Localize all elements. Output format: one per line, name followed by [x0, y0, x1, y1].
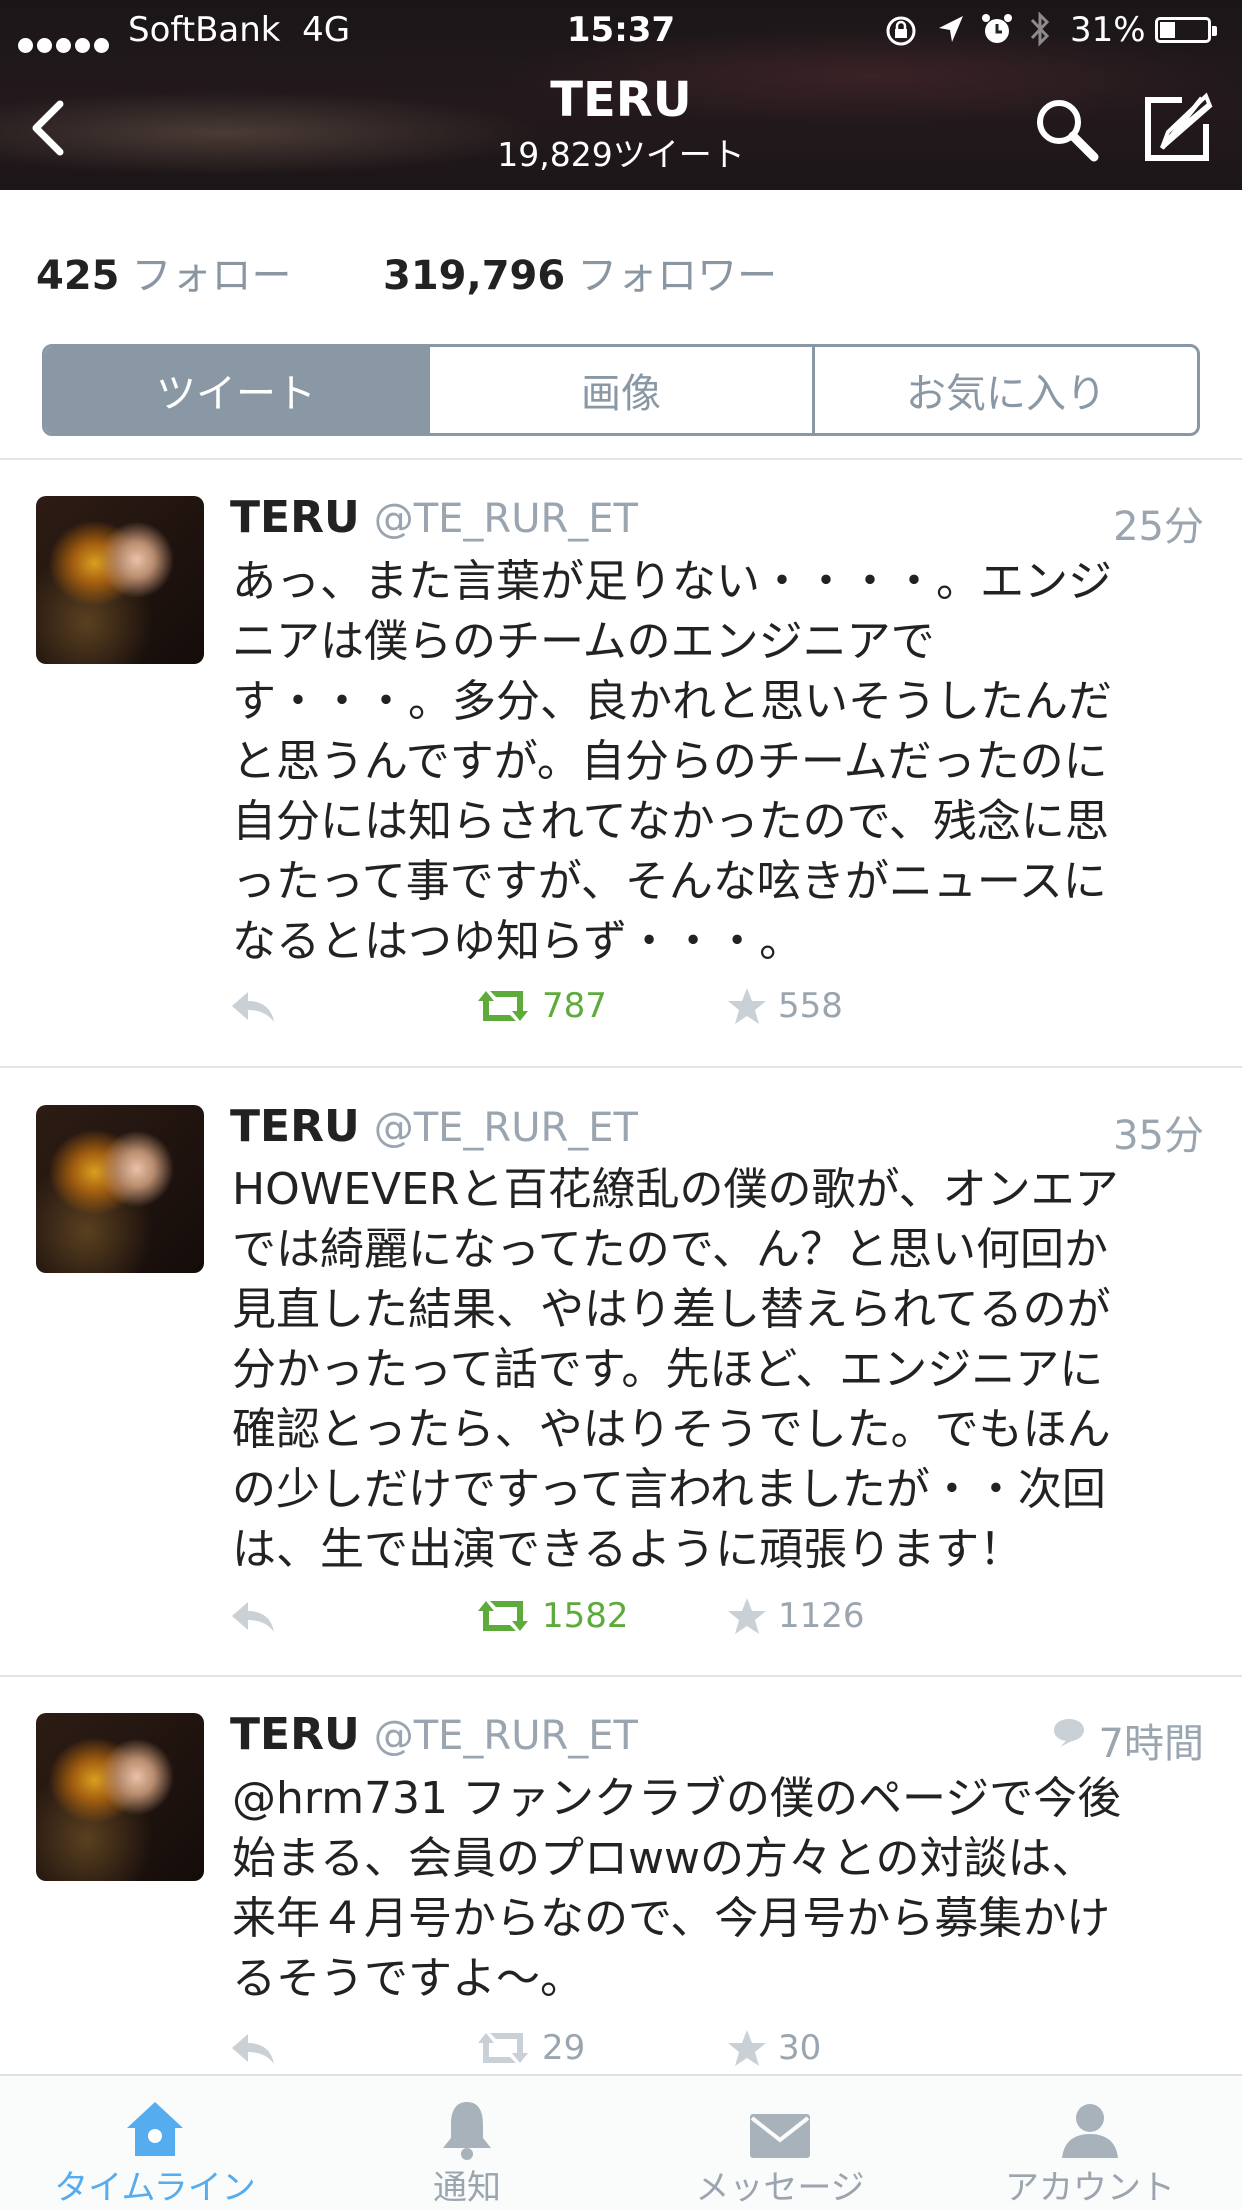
favorite-count: 1126	[778, 1596, 865, 1636]
retweet-icon	[478, 1601, 528, 1631]
tweet-line: と思うんですが。自分らのチームだったのに	[232, 736, 1108, 787]
tab-messages-label: メッセージ	[695, 2168, 865, 2208]
tweet-line: の少しだけですって言われましたが・・次回	[232, 1464, 1106, 1515]
tweet-line: 見直した結果、やはり差し替えられてるのが	[232, 1284, 1111, 1335]
reply-button[interactable]	[228, 988, 278, 1024]
bell-icon	[443, 2102, 491, 2160]
tweet-header: TERU @TE_RUR_ET	[230, 1101, 638, 1152]
tweet-author-handle[interactable]: @TE_RUR_ET	[374, 496, 638, 542]
retweet-button[interactable]: 787	[474, 986, 607, 1026]
home-icon	[127, 2102, 183, 2156]
avatar[interactable]	[36, 1713, 204, 1881]
star-icon	[728, 2030, 766, 2066]
tweet-author-name[interactable]: TERU	[230, 1101, 360, 1152]
divider	[0, 1675, 1242, 1677]
status-time: 15:37	[566, 10, 676, 50]
alarm-icon	[982, 14, 1012, 43]
avatar[interactable]	[36, 1105, 204, 1273]
tweet-timestamp: 7時間	[1098, 1721, 1204, 1767]
tweet-line: 確認とったら、やはりそうでした。でもほん	[232, 1404, 1111, 1455]
tweet-author-name[interactable]: TERU	[230, 1709, 360, 1760]
location-arrow-icon	[939, 16, 963, 42]
divider	[0, 458, 1242, 460]
retweet-icon	[478, 2033, 528, 2063]
followers-label: フォロワー	[577, 253, 778, 299]
battery-icon	[1155, 17, 1217, 43]
tweet-header: TERU @TE_RUR_ET	[230, 1709, 638, 1760]
avatar[interactable]	[36, 496, 204, 664]
tweet-timestamp: 25分	[1113, 504, 1204, 550]
divider	[0, 1066, 1242, 1068]
orientation-lock-icon	[886, 16, 916, 46]
tweet-text[interactable]: @hrm731 ファンクラブの僕のページで今後 始まる、会員のプロwwの方々との…	[232, 1769, 1232, 2009]
bluetooth-icon	[1030, 11, 1050, 47]
compose-tweet-button[interactable]	[1140, 92, 1214, 166]
tweet-text[interactable]: あっ、また言葉が足りない・・・・。エンジ ニアは僕らのチームのエンジニアで す・…	[232, 552, 1232, 972]
segment-tweets[interactable]: ツイート	[45, 347, 427, 433]
favorite-button[interactable]: 30	[726, 2028, 821, 2068]
tab-timeline-label: タイムライン	[54, 2168, 256, 2208]
following-count: 425	[36, 253, 120, 299]
reply-button[interactable]	[228, 2030, 278, 2066]
tweet-line: 分かったって話です。先ほど、エンジニアに	[232, 1344, 1104, 1395]
segment-favorites[interactable]: お気に入り	[812, 347, 1197, 433]
tweet-line: なるとはつゆ知らず・・・。	[232, 916, 804, 967]
battery-percentage: 31%	[1070, 10, 1146, 50]
segment-control: ツイート 画像 お気に入り	[42, 344, 1200, 436]
tweet-line: 始まる、会員のプロwwの方々との対談は、	[232, 1833, 1096, 1884]
retweet-count: 29	[542, 2028, 586, 2068]
followers-count: 319,796	[383, 253, 566, 299]
tab-notifications-label: 通知	[433, 2168, 501, 2208]
tab-account-label: アカウント	[1005, 2168, 1175, 2208]
star-icon	[728, 988, 766, 1024]
tweet-line: す・・・。多分、良かれと思いそうしたんだ	[232, 676, 1112, 727]
favorite-count: 558	[778, 986, 843, 1026]
favorite-button[interactable]: 1126	[726, 1596, 865, 1636]
tweet-line: ったって事ですが、そんな呟きがニュースに	[232, 856, 1107, 907]
tweet-line: は、生で出演できるように頑張ります！	[232, 1524, 1024, 1575]
tweet-line: あっ、また言葉が足りない・・・・。エンジ	[232, 556, 1112, 607]
tweet-line: HOWEVERと百花繚乱の僕の歌が、オンエア	[232, 1164, 1119, 1215]
following-stat[interactable]: 425 フォロー	[36, 243, 292, 301]
tweet-line: 自分には知らされてなかったので、残念に思	[232, 796, 1109, 847]
tweet-line: るそうですよ〜。	[232, 1953, 584, 2004]
tweet-text[interactable]: HOWEVERと百花繚乱の僕の歌が、オンエア では綺麗になってたので、ん？と思い…	[232, 1160, 1232, 1580]
favorite-count: 30	[778, 2028, 822, 2068]
user-icon	[1062, 2104, 1118, 2158]
star-icon	[728, 1598, 766, 1634]
favorite-button[interactable]: 558	[726, 986, 843, 1026]
following-label: フォロー	[131, 253, 292, 299]
tweet-header: TERU @TE_RUR_ET	[230, 492, 638, 543]
followers-stat[interactable]: 319,796 フォロワー	[383, 243, 777, 301]
retweet-count: 787	[542, 986, 607, 1026]
retweet-button[interactable]: 1582	[474, 1596, 629, 1636]
reply-button[interactable]	[228, 1598, 278, 1634]
search-button[interactable]	[1032, 95, 1102, 165]
tweet-author-handle[interactable]: @TE_RUR_ET	[374, 1713, 638, 1759]
tweet-line: ニアは僕らのチームのエンジニアで	[232, 616, 935, 667]
tab-account[interactable]: アカウント	[940, 2090, 1240, 2209]
retweet-icon	[478, 991, 528, 1021]
tab-notifications[interactable]: 通知	[317, 2090, 617, 2209]
retweet-count: 1582	[542, 1596, 629, 1636]
tab-messages[interactable]: メッセージ	[630, 2090, 930, 2209]
envelope-icon	[750, 2114, 810, 2158]
tweet-timestamp: 35分	[1113, 1113, 1204, 1159]
tweet-line: @hrm731 ファンクラブの僕のページで今後	[232, 1773, 1122, 1824]
tweet-author-name[interactable]: TERU	[230, 492, 360, 543]
tab-timeline[interactable]: タイムライン	[5, 2090, 305, 2209]
status-bar: SoftBank 4G 15:37 31%	[0, 0, 1242, 60]
tweet-line: 来年４月号からなので、今月号から募集かけ	[232, 1893, 1111, 1944]
retweet-button[interactable]: 29	[474, 2028, 585, 2068]
segment-images[interactable]: 画像	[427, 347, 812, 433]
tweet-line: では綺麗になってたので、ん？と思い何回か	[232, 1224, 1109, 1275]
tweet-author-handle[interactable]: @TE_RUR_ET	[374, 1105, 638, 1151]
